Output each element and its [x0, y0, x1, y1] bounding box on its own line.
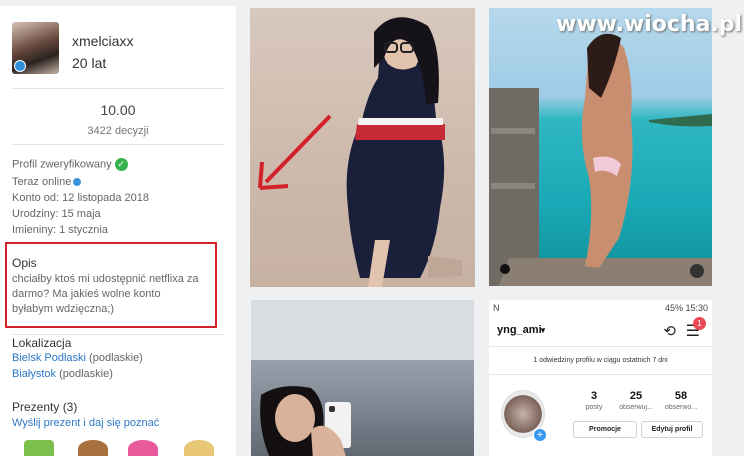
photo-tile[interactable]	[251, 300, 474, 456]
profile-visits[interactable]: 1 odwiedziny profilu w ciągu ostatnich 7…	[489, 357, 712, 364]
avatar[interactable]	[12, 22, 59, 74]
gift-icon[interactable]	[184, 440, 214, 456]
divider	[12, 88, 224, 89]
instagram-screenshot[interactable]: N 45% 15:30 yng_ami ▼ ⟲ ☰ 1 1 odwiedziny…	[489, 300, 712, 456]
birthday: Urodziny: 15 maja	[12, 208, 101, 220]
divider	[12, 144, 224, 145]
watermark-logo: www.wiocha.pl	[556, 12, 743, 37]
chevron-down-icon[interactable]: ▼	[539, 326, 547, 335]
verified-label: Profil zweryfikowany	[12, 158, 112, 171]
location-link[interactable]: Bielsk Podlaski	[12, 352, 86, 364]
account-since: Konto od: 12 listopada 2018	[12, 192, 150, 204]
verified-row: Profil zweryfikowany ✓	[12, 158, 128, 171]
promotions-button[interactable]: Promocje	[573, 421, 637, 438]
notification-badge: 1	[693, 317, 706, 330]
ig-username[interactable]: yng_ami	[497, 324, 542, 336]
nameday: Imieniny: 1 stycznia	[12, 224, 108, 236]
location-title: Lokalizacja	[12, 336, 72, 350]
gifts-title: Prezenty (3)	[12, 400, 78, 414]
online-row: Teraz online	[12, 176, 82, 188]
location-item: Białystok (podlaskie)	[12, 368, 113, 380]
age: 20 lat	[72, 55, 107, 71]
red-arrow-icon	[258, 114, 332, 190]
photo-tile[interactable]	[489, 8, 712, 286]
following-stat[interactable]: 25 obserwuj...	[611, 390, 661, 411]
location-item: Bielsk Podlaski (podlaskie)	[12, 352, 143, 364]
edit-profile-button[interactable]: Edytuj profil	[641, 421, 703, 438]
location-link[interactable]: Białystok	[12, 368, 56, 380]
battery-time: 45% 15:30	[664, 303, 708, 313]
teddy-bear-icon[interactable]	[78, 440, 108, 456]
gift-icon[interactable]	[24, 440, 54, 456]
photo-mirror-selfie	[251, 300, 474, 456]
check-icon: ✓	[114, 158, 128, 171]
carrier-icon: N	[493, 303, 500, 313]
divider	[489, 346, 712, 347]
description-text: chciałby ktoś mi udostępnić netflixa za …	[12, 273, 199, 315]
online-status: Teraz online	[12, 176, 72, 188]
divider	[12, 334, 224, 335]
divider	[489, 374, 712, 375]
followers-stat[interactable]: 58 obserwo...	[656, 390, 706, 411]
username[interactable]: xmelciaxx	[72, 33, 133, 49]
phone-status-bar: N 45% 15:30	[489, 300, 712, 316]
photo-beach-bikini	[489, 33, 712, 286]
rating-score: 10.00	[100, 102, 136, 118]
send-gift-link[interactable]: Wyślij prezent i daj się poznać	[12, 417, 159, 429]
description-title: Opis	[12, 256, 37, 270]
info-icon[interactable]	[73, 178, 82, 187]
profile-panel: xmelciaxx 20 lat 10.00 3422 decyzji Prof…	[0, 6, 236, 456]
history-icon[interactable]: ⟲	[663, 322, 676, 340]
add-story-icon[interactable]: +	[533, 428, 547, 442]
heart-icon[interactable]	[128, 440, 158, 456]
camera-icon[interactable]	[690, 264, 704, 278]
avatar-badge-icon	[14, 60, 26, 72]
decisions-count: 3422 decyzji	[87, 125, 149, 137]
